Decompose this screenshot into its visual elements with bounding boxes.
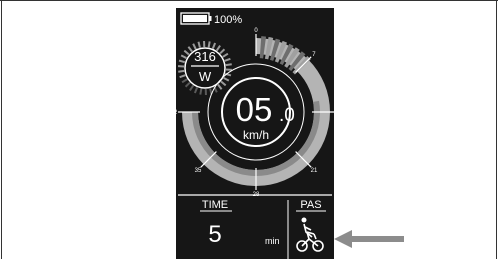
manual-illustration: 100% 316 W 071421283542 05 .0 km/h [0, 0, 498, 259]
pointer-arrow-icon [334, 230, 404, 248]
